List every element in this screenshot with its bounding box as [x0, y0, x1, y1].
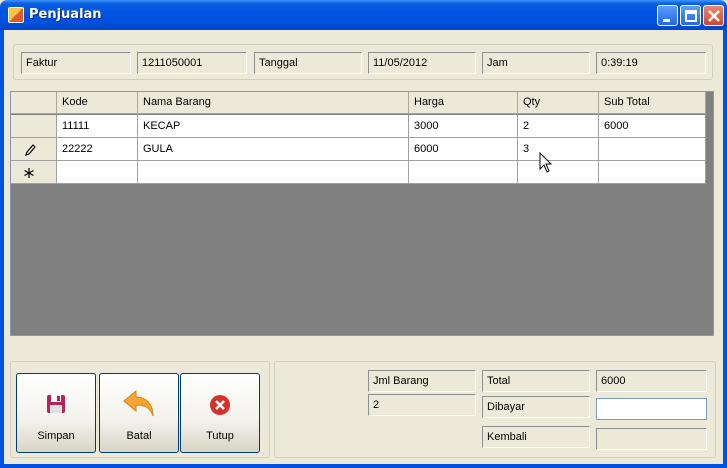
jml-barang-value: 2 [368, 394, 476, 416]
jam-label: Jam [482, 52, 590, 74]
maximize-button[interactable] [680, 5, 701, 26]
asterisk-icon [24, 168, 34, 178]
table-row[interactable]: 22222 GULA 6000 3 [11, 138, 706, 161]
batal-button[interactable]: Batal [99, 373, 179, 453]
cell-qty[interactable]: 2 [518, 115, 599, 138]
column-header-nama-barang[interactable]: Nama Barang [138, 92, 409, 114]
row-header[interactable] [11, 138, 57, 161]
window-frame-right [723, 30, 727, 468]
tutup-label: Tutup [206, 430, 234, 442]
app-icon [8, 7, 24, 23]
column-header-qty[interactable]: Qty [518, 92, 599, 114]
cell-nama-barang[interactable] [138, 161, 409, 184]
cell-sub-total[interactable] [599, 138, 706, 161]
mouse-cursor-icon [539, 152, 553, 173]
window-frame-bottom [0, 464, 727, 468]
table-row[interactable]: 11111 KECAP 3000 2 6000 [11, 115, 706, 138]
cell-nama-barang[interactable]: GULA [138, 138, 409, 161]
dibayar-input[interactable] [596, 398, 707, 420]
cell-harga[interactable]: 6000 [409, 138, 518, 161]
cell-qty[interactable]: 3 [518, 138, 599, 161]
sales-data-grid[interactable]: Kode Nama Barang Harga Qty Sub Total 111… [10, 91, 714, 336]
total-value: 6000 [596, 370, 707, 392]
cell-sub-total[interactable]: 6000 [599, 115, 706, 138]
cell-sub-total[interactable] [599, 161, 706, 184]
kembali-label: Kembali [482, 426, 590, 448]
new-table-row[interactable] [11, 161, 706, 184]
jam-value: 0:39:19 [596, 52, 706, 74]
column-header-harga[interactable]: Harga [409, 92, 518, 114]
save-icon [47, 395, 65, 413]
close-circle-icon [210, 395, 230, 415]
dibayar-label: Dibayar [482, 396, 590, 418]
row-header[interactable] [11, 161, 57, 184]
minimize-button[interactable] [657, 5, 678, 26]
title-bar[interactable]: Penjualan [0, 0, 727, 30]
tutup-button[interactable]: Tutup [180, 373, 260, 453]
close-window-button[interactable] [703, 5, 724, 26]
undo-arrow-icon [123, 389, 154, 417]
cell-kode[interactable] [57, 161, 138, 184]
simpan-label: Simpan [37, 430, 75, 442]
cell-harga[interactable]: 3000 [409, 115, 518, 138]
window-title: Penjualan [29, 7, 102, 22]
pencil-icon [25, 144, 36, 156]
row-header[interactable] [11, 115, 57, 138]
cell-kode[interactable]: 11111 [57, 115, 138, 138]
total-label: Total [482, 370, 590, 392]
column-header-sub-total[interactable]: Sub Total [599, 92, 706, 114]
column-header-kode[interactable]: Kode [57, 92, 138, 114]
cell-qty[interactable] [518, 161, 599, 184]
batal-label: Batal [126, 430, 152, 442]
cell-nama-barang[interactable]: KECAP [138, 115, 409, 138]
cell-harga[interactable] [409, 161, 518, 184]
simpan-button[interactable]: Simpan [16, 373, 96, 453]
kembali-value [596, 428, 707, 450]
tanggal-value: 11/05/2012 [368, 52, 476, 74]
jml-barang-label: Jml Barang [368, 370, 476, 392]
faktur-label: Faktur [21, 52, 131, 74]
grid-header-row: Kode Nama Barang Harga Qty Sub Total [11, 92, 706, 115]
tanggal-label: Tanggal [254, 52, 362, 74]
faktur-value: 1211050001 [137, 52, 247, 74]
grid-corner-header [11, 92, 57, 114]
cell-kode[interactable]: 22222 [57, 138, 138, 161]
